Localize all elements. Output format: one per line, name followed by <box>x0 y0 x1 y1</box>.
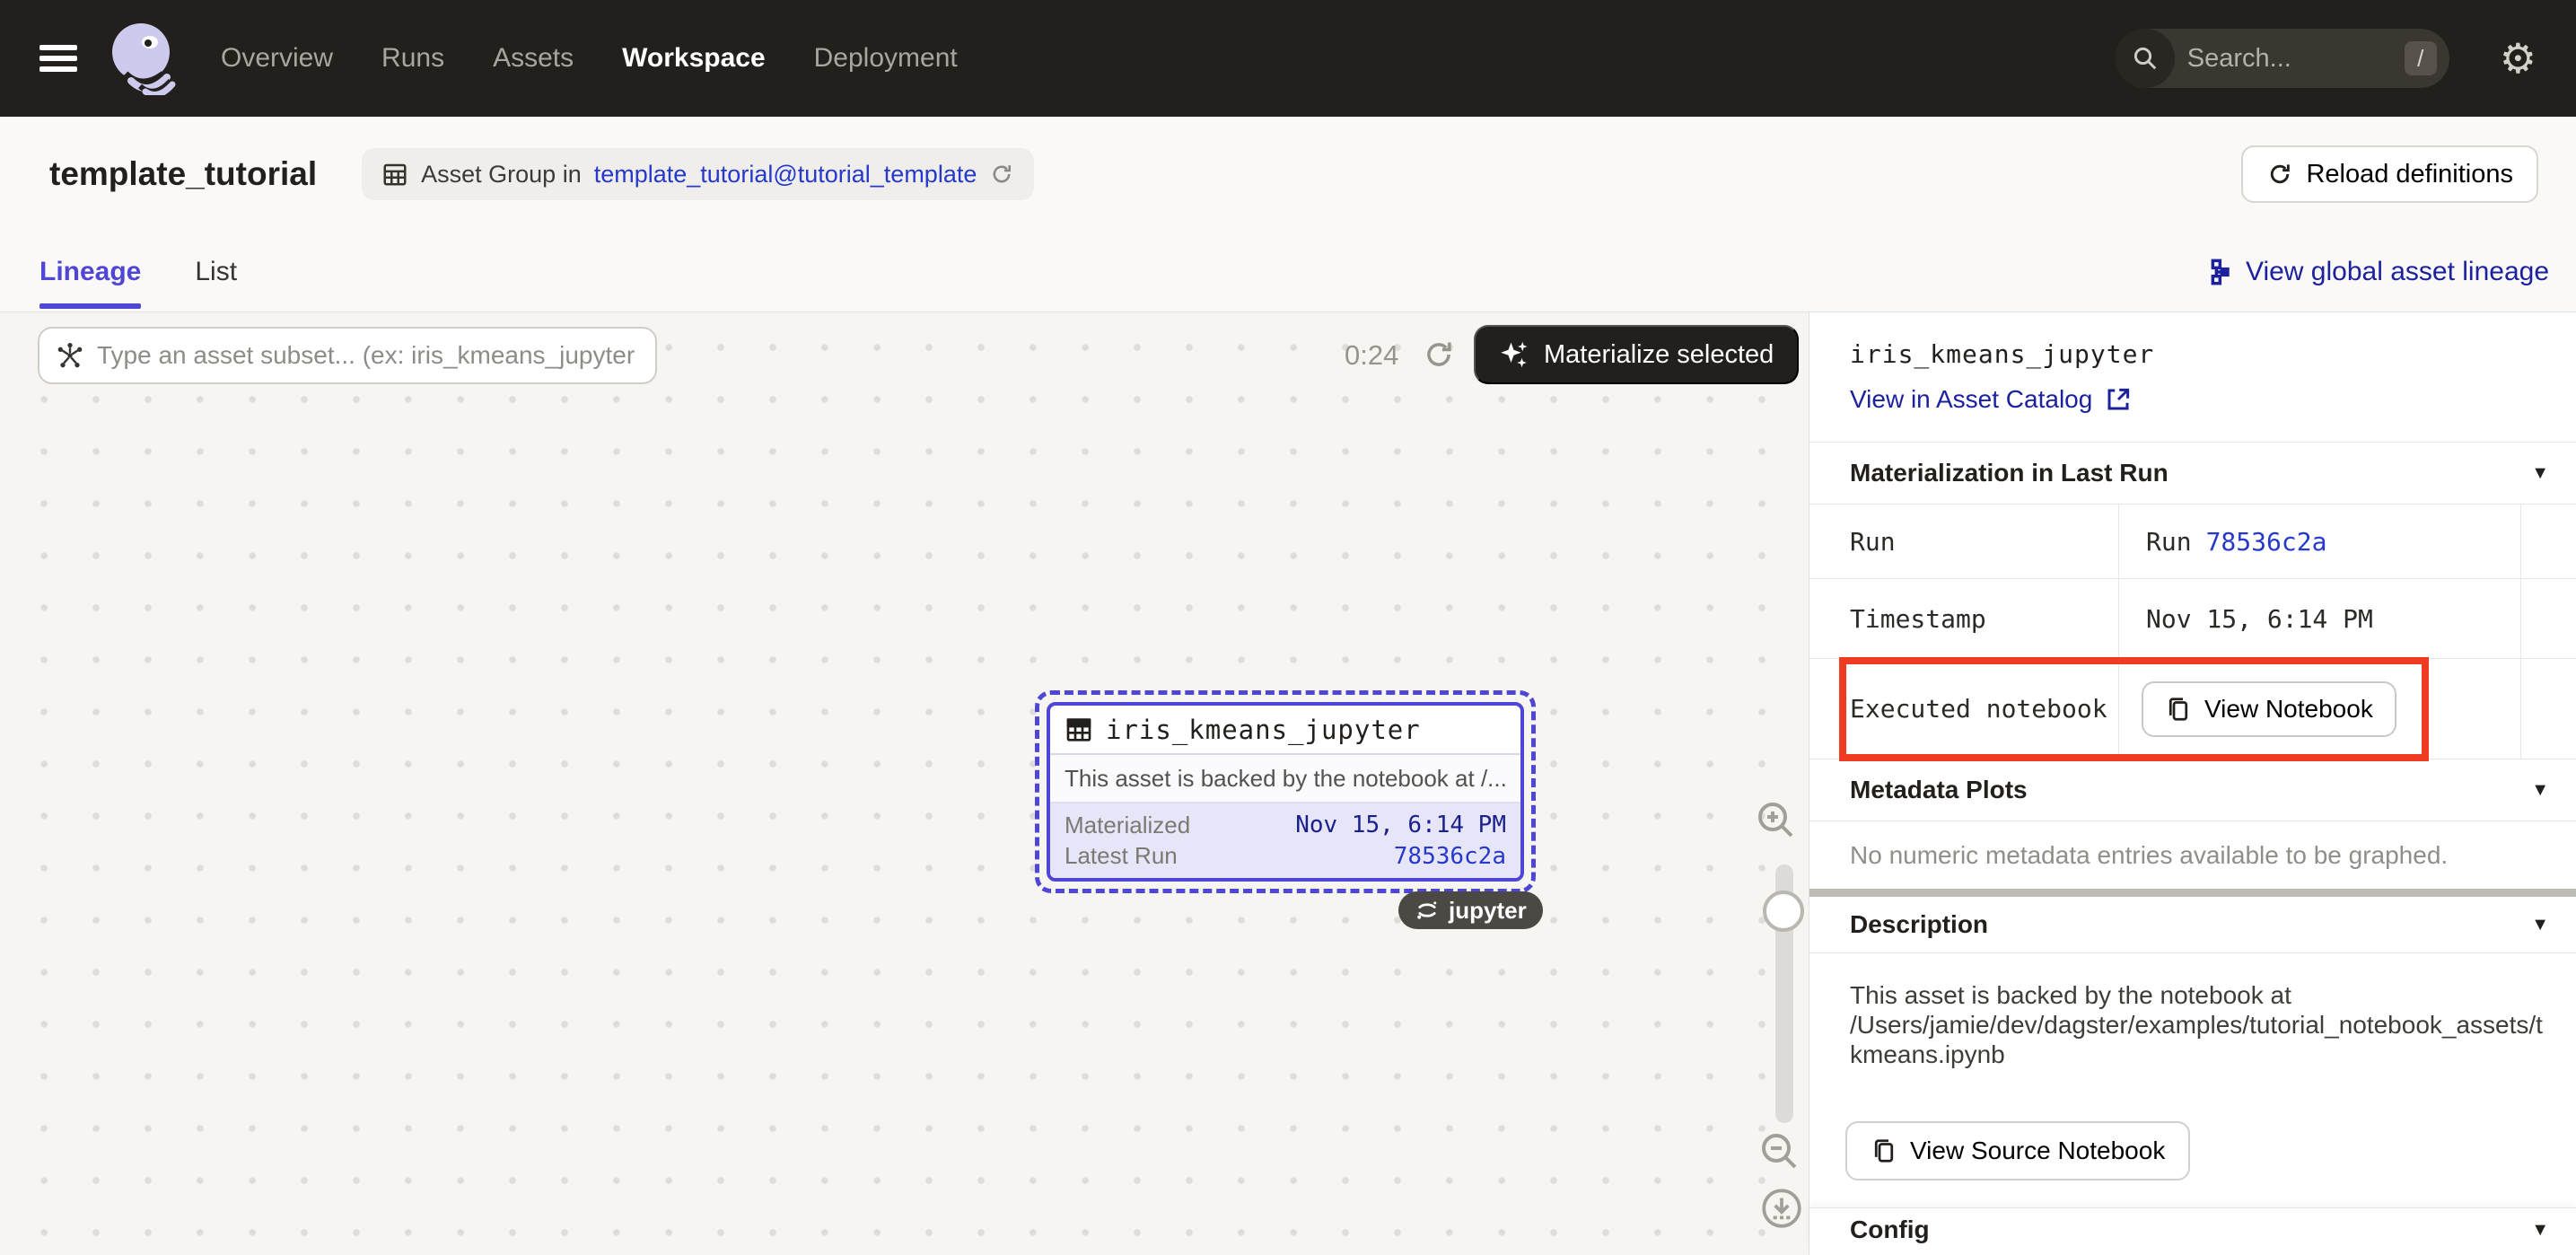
jupyter-tag[interactable]: jupyter <box>1398 891 1543 929</box>
panel-head: iris_kmeans_jupyter View in Asset Catalo… <box>1809 312 2576 443</box>
chevron-down-icon: ▼ <box>2531 915 2549 935</box>
asset-node-title: iris_kmeans_jupyter <box>1106 715 1421 745</box>
refresh-icon[interactable] <box>1422 338 1456 372</box>
external-link-icon <box>2105 386 2132 413</box>
materialized-value: Nov 15, 6:14 PM <box>1295 812 1506 838</box>
tabs-row: Lineage List View global asset lineage <box>0 232 2576 312</box>
lineage-icon <box>2204 258 2233 286</box>
nav-item-runs[interactable]: Runs <box>381 43 444 74</box>
table-row-timestamp: Timestamp Nov 15, 6:14 PM <box>1809 579 2576 659</box>
nav-menu: Overview Runs Assets Workspace Deploymen… <box>221 43 958 74</box>
page-header: template_tutorial Asset Group in templat… <box>0 117 2576 232</box>
chevron-down-icon: ▼ <box>2531 780 2549 801</box>
refresh-icon[interactable] <box>989 162 1014 187</box>
page-title: template_tutorial <box>49 155 317 193</box>
asset-group-label: Asset Group in <box>421 161 582 189</box>
materialized-label: Materialized <box>1065 812 1190 839</box>
top-nav: Overview Runs Assets Workspace Deploymen… <box>0 0 2576 117</box>
view-global-asset-lineage-link[interactable]: View global asset lineage <box>2204 257 2549 287</box>
hamburger-menu-icon[interactable] <box>39 45 77 72</box>
timestamp-value: Nov 15, 6:14 PM <box>2119 579 2520 658</box>
refresh-icon <box>2266 161 2293 188</box>
refresh-timer: 0:24 <box>1345 327 1398 384</box>
section-metadata-plots[interactable]: Metadata Plots ▼ <box>1809 759 2576 821</box>
asset-sidebar-panel: iris_kmeans_jupyter View in Asset Catalo… <box>1809 312 2576 1255</box>
asset-node-body[interactable]: iris_kmeans_jupyter This asset is backed… <box>1047 702 1524 882</box>
filter-placeholder: Type an asset subset... (ex: iris_kmeans… <box>97 341 635 370</box>
tab-list[interactable]: List <box>195 232 237 312</box>
section-description[interactable]: Description ▼ <box>1809 897 2576 953</box>
panel-asset-title: iris_kmeans_jupyter <box>1850 339 2536 369</box>
reload-definitions-button[interactable]: Reload definitions <box>2241 145 2538 203</box>
section-materialization-last-run[interactable]: Materialization in Last Run ▼ <box>1809 443 2576 505</box>
table-row-run: Run Run 78536c2a <box>1809 505 2576 579</box>
notebook-icon <box>1871 1137 1897 1164</box>
asset-node-description: This asset is backed by the notebook at … <box>1050 755 1520 803</box>
latest-run-label: Latest Run <box>1065 842 1178 870</box>
tab-lineage[interactable]: Lineage <box>39 232 141 312</box>
notebook-icon <box>2165 696 2192 723</box>
lineage-canvas[interactable]: Type an asset subset... (ex: iris_kmeans… <box>0 312 1809 1255</box>
description-text: This asset is backed by the notebook at … <box>1809 953 2559 1069</box>
run-id-link[interactable]: 78536c2a <box>2206 527 2327 557</box>
download-image-icon[interactable] <box>1759 1186 1804 1231</box>
run-value-prefix: Run <box>2146 527 2192 557</box>
gear-icon[interactable]: ⚙ <box>2500 38 2537 79</box>
asset-node-stats: Materialized Nov 15, 6:14 PM Latest Run … <box>1050 803 1520 878</box>
nav-item-overview[interactable]: Overview <box>221 43 333 74</box>
jupyter-icon <box>1415 898 1440 923</box>
grid-icon <box>381 161 408 188</box>
zoom-in-icon[interactable] <box>1754 798 1797 841</box>
materialize-selected-button[interactable]: Materialize selected <box>1474 325 1799 384</box>
search-shortcut-badge: / <box>2405 41 2437 75</box>
zoom-out-icon[interactable] <box>1757 1129 1801 1172</box>
op-selector-icon <box>56 341 84 370</box>
nav-item-assets[interactable]: Assets <box>493 43 574 74</box>
zoom-slider-handle[interactable] <box>1763 891 1804 932</box>
view-in-asset-catalog-link[interactable]: View in Asset Catalog <box>1850 385 2536 414</box>
asset-subset-filter-input[interactable]: Type an asset subset... (ex: iris_kmeans… <box>38 327 657 384</box>
chevron-down-icon: ▼ <box>2531 1220 2549 1241</box>
asset-node-iris-kmeans-jupyter[interactable]: iris_kmeans_jupyter This asset is backed… <box>1035 690 1536 893</box>
nav-item-deployment[interactable]: Deployment <box>814 43 958 74</box>
search-input[interactable]: Search... / <box>2116 29 2449 88</box>
asset-group-link[interactable]: template_tutorial@tutorial_template <box>594 161 977 189</box>
panel-splitter-handle[interactable] <box>1809 889 2576 897</box>
view-notebook-button[interactable]: View Notebook <box>2142 681 2396 737</box>
latest-run-link[interactable]: 78536c2a <box>1394 843 1506 870</box>
section-config[interactable]: Config ▼ <box>1809 1207 2576 1251</box>
dagster-logo-icon[interactable] <box>108 22 178 95</box>
asset-group-badge: Asset Group in template_tutorial@tutoria… <box>362 148 1034 200</box>
chevron-down-icon: ▼ <box>2531 463 2549 484</box>
table-row-executed-notebook: Executed notebook View Notebook <box>1809 659 2576 759</box>
nav-item-workspace[interactable]: Workspace <box>622 43 766 74</box>
metadata-plots-empty-text: No numeric metadata entries available to… <box>1809 821 2576 889</box>
view-source-notebook-button[interactable]: View Source Notebook <box>1845 1121 2190 1180</box>
search-placeholder: Search... <box>2187 44 2405 74</box>
table-icon <box>1065 715 1093 744</box>
sparkles-icon <box>1499 338 1531 371</box>
search-icon <box>2116 29 2175 88</box>
